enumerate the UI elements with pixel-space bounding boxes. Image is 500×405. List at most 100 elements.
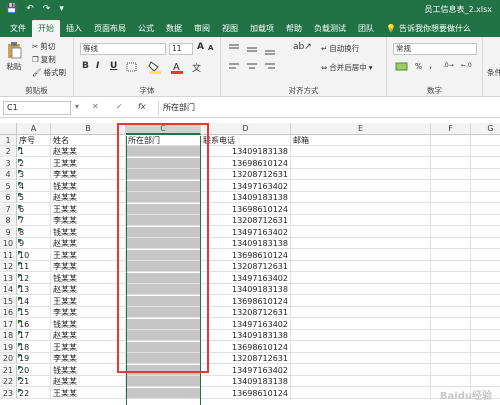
name-box[interactable]: C1 xyxy=(3,101,71,115)
cell-e[interactable] xyxy=(291,261,431,272)
row-number[interactable]: 22 xyxy=(0,376,17,387)
redo-icon[interactable]: ↷ xyxy=(43,3,51,15)
decrease-decimal-icon[interactable]: ←.0 xyxy=(461,62,472,69)
cell-f[interactable] xyxy=(431,376,471,387)
cell-e[interactable]: 邮箱 xyxy=(291,135,431,146)
merge-center-button[interactable]: ⇔ 合并后居中 ▾ xyxy=(321,62,373,73)
cell-f[interactable] xyxy=(431,226,471,238)
cell-a[interactable]: 17 xyxy=(17,330,51,341)
row-number[interactable]: 11 xyxy=(0,249,17,261)
column-header-g[interactable]: G xyxy=(471,123,500,135)
cell-f[interactable] xyxy=(431,330,471,341)
worksheet-grid[interactable]: A B C D E F G 1 序号 姓名 所在部门 联系电话 邮箱 2 1 赵某某 13409183138 3 2… xyxy=(0,123,500,405)
cell-d[interactable]: 13208712631 xyxy=(201,215,291,226)
cell-d[interactable]: 13409183138 xyxy=(201,284,291,295)
cell-c[interactable] xyxy=(126,307,201,318)
cell-f[interactable] xyxy=(431,192,471,203)
column-header-f[interactable]: F xyxy=(431,123,471,135)
row-number[interactable]: 7 xyxy=(0,203,17,215)
cell-b[interactable]: 李某某 xyxy=(51,307,126,318)
percent-button[interactable]: % xyxy=(415,62,422,71)
cell-d[interactable]: 13698610124 xyxy=(201,295,291,307)
cell-d[interactable]: 13208712631 xyxy=(201,261,291,272)
cell-c[interactable] xyxy=(126,318,201,330)
cell-e[interactable] xyxy=(291,238,431,249)
cell-f[interactable] xyxy=(431,169,471,180)
cell-c[interactable] xyxy=(126,295,201,307)
cell-e[interactable] xyxy=(291,272,431,284)
cell-b[interactable]: 王某某 xyxy=(51,295,126,307)
orientation-icon[interactable]: ab↗ xyxy=(293,42,312,52)
cell-g[interactable] xyxy=(471,284,500,295)
cell-e[interactable] xyxy=(291,192,431,203)
tab-2[interactable]: 插入 xyxy=(60,20,88,37)
row-number[interactable]: 6 xyxy=(0,192,17,203)
row-number[interactable]: 21 xyxy=(0,364,17,376)
row-number[interactable]: 14 xyxy=(0,284,17,295)
cell-f[interactable] xyxy=(431,295,471,307)
undo-icon[interactable]: ↶ xyxy=(26,3,34,15)
cell-e[interactable] xyxy=(291,249,431,261)
cell-g[interactable] xyxy=(471,365,500,376)
borders-icon[interactable] xyxy=(126,62,138,72)
cell-g[interactable] xyxy=(471,261,500,272)
paste-button[interactable]: 粘贴 xyxy=(6,41,22,72)
cell-f[interactable] xyxy=(431,364,471,376)
cell-a[interactable]: 15 xyxy=(17,307,51,318)
cell-a[interactable]: 序号 xyxy=(17,135,51,146)
row-number[interactable]: 17 xyxy=(0,318,17,330)
tab-11[interactable]: 团队 xyxy=(352,20,380,37)
conditional-format-button[interactable]: 条件 xyxy=(487,67,500,78)
bold-button[interactable]: B xyxy=(82,61,89,71)
cell-f[interactable] xyxy=(431,272,471,284)
row-number[interactable]: 3 xyxy=(0,157,17,169)
cell-b[interactable]: 钱某某 xyxy=(51,364,126,376)
cell-a[interactable]: 2 xyxy=(17,157,51,169)
cell-a[interactable]: 1 xyxy=(17,146,51,157)
cell-b[interactable]: 钱某某 xyxy=(51,272,126,284)
row-number[interactable]: 13 xyxy=(0,272,17,284)
cell-a[interactable]: 4 xyxy=(17,180,51,192)
cell-g[interactable] xyxy=(471,215,500,226)
cell-e[interactable] xyxy=(291,318,431,330)
cell-f[interactable] xyxy=(431,157,471,169)
insert-function-icon[interactable]: fx xyxy=(138,102,146,111)
font-size-dropdown[interactable]: 11 xyxy=(169,43,193,55)
cell-e[interactable] xyxy=(291,180,431,192)
increase-decimal-icon[interactable]: .0→ xyxy=(443,62,454,69)
cell-d[interactable]: 13409183138 xyxy=(201,376,291,387)
cell-f[interactable] xyxy=(431,341,471,353)
cell-d[interactable]: 13497163402 xyxy=(201,318,291,330)
row-number[interactable]: 2 xyxy=(0,146,17,157)
cell-c[interactable] xyxy=(126,169,201,180)
enter-icon[interactable]: ✓ xyxy=(116,102,123,111)
column-header-a[interactable]: A xyxy=(17,123,51,135)
cell-b[interactable]: 王某某 xyxy=(51,387,126,399)
cell-d[interactable]: 13698610124 xyxy=(201,249,291,261)
column-header-e[interactable]: E xyxy=(291,123,431,135)
cell-d[interactable]: 13698610124 xyxy=(201,341,291,353)
number-format-dropdown[interactable]: 常规 xyxy=(393,43,477,55)
cell-g[interactable] xyxy=(471,169,500,180)
cell-b[interactable]: 李某某 xyxy=(51,169,126,180)
cell-d[interactable]: 13698610124 xyxy=(201,387,291,399)
tab-10[interactable]: 负载测试 xyxy=(308,20,352,37)
row-number[interactable]: 15 xyxy=(0,295,17,307)
cell-d[interactable]: 13208712631 xyxy=(201,307,291,318)
row-number[interactable]: 4 xyxy=(0,169,17,180)
tab-5[interactable]: 数据 xyxy=(160,20,188,37)
cell-f[interactable] xyxy=(431,307,471,318)
cell-b[interactable]: 赵某某 xyxy=(51,376,126,387)
row-number[interactable]: 10 xyxy=(0,238,17,249)
cell-c[interactable] xyxy=(126,192,201,203)
format-painter-button[interactable]: 🖌 格式刷 xyxy=(32,67,66,78)
cell-f[interactable] xyxy=(431,318,471,330)
cell-c[interactable] xyxy=(126,284,201,295)
cell-d[interactable]: 13497163402 xyxy=(201,226,291,238)
tell-me-box[interactable]: 💡 告诉我你想要做什么 xyxy=(386,20,471,37)
row-number[interactable]: 16 xyxy=(0,307,17,318)
cell-e[interactable] xyxy=(291,353,431,364)
cell-e[interactable] xyxy=(291,307,431,318)
tab-7[interactable]: 视图 xyxy=(216,20,244,37)
cell-c[interactable] xyxy=(126,387,201,399)
